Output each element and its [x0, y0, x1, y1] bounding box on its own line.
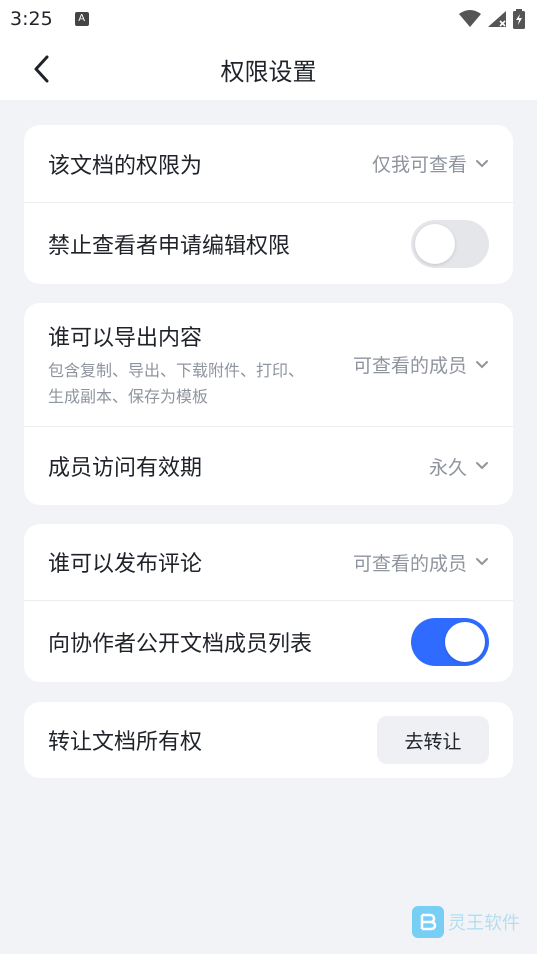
comment-card: 谁可以发布评论 可查看的成员 向协作者公开文档成员列表	[24, 524, 513, 682]
transfer-ownership-label: 转让文档所有权	[48, 730, 203, 755]
comment-permission-value: 可查看的成员	[352, 552, 467, 575]
chevron-down-icon	[476, 360, 488, 368]
doc-permission-row[interactable]: 该文档的权限为 仅我可查看	[24, 125, 513, 203]
status-time: 3:25	[10, 8, 53, 30]
signal-icon	[488, 11, 506, 27]
forbid-edit-request-toggle[interactable]	[411, 219, 489, 268]
battery-icon	[513, 9, 525, 29]
notification-icon: A	[74, 12, 89, 26]
access-validity-select[interactable]: 永久	[429, 453, 489, 480]
comment-permission-select[interactable]: 可查看的成员	[353, 549, 489, 576]
comment-permission-row[interactable]: 谁可以发布评论 可查看的成员	[24, 524, 513, 601]
export-permission-value: 可查看的成员	[352, 355, 467, 377]
status-icons	[459, 9, 525, 29]
export-card: 谁可以导出内容 包含复制、导出、下载附件、打印、生成副本、保存为模板 可查看的成…	[24, 303, 513, 505]
doc-permission-value: 仅我可查看	[371, 154, 467, 176]
toggle-knob	[445, 621, 485, 662]
back-arrow-icon	[34, 55, 49, 83]
forbid-edit-request-row: 禁止查看者申请编辑权限	[24, 203, 513, 284]
wifi-icon	[459, 10, 481, 27]
export-permission-select[interactable]: 可查看的成员	[353, 351, 489, 378]
permission-card: 该文档的权限为 仅我可查看 禁止查看者申请编辑权限	[24, 125, 513, 284]
chevron-down-icon	[476, 159, 488, 167]
export-permission-label: 谁可以导出内容	[48, 325, 203, 351]
page-title: 权限设置	[220, 57, 317, 86]
doc-permission-select[interactable]: 仅我可查看	[372, 150, 489, 177]
transfer-button[interactable]: 去转让	[377, 716, 489, 764]
export-permission-description: 包含复制、导出、下载附件、打印、生成副本、保存为模板	[48, 360, 305, 406]
forbid-edit-request-label: 禁止查看者申请编辑权限	[48, 233, 291, 259]
chevron-down-icon	[476, 462, 488, 470]
export-permission-row[interactable]: 谁可以导出内容 包含复制、导出、下载附件、打印、生成副本、保存为模板 可查看的成…	[24, 303, 513, 427]
access-validity-value: 永久	[428, 456, 467, 479]
access-validity-row[interactable]: 成员访问有效期 永久	[24, 427, 513, 505]
chevron-down-icon	[476, 558, 488, 566]
doc-permission-label: 该文档的权限为	[48, 153, 203, 179]
access-validity-label: 成员访问有效期	[48, 456, 203, 481]
export-permission-text: 谁可以导出内容 包含复制、导出、下载附件、打印、生成副本、保存为模板	[48, 320, 308, 410]
watermark: 灵王软件	[412, 906, 520, 938]
member-list-row: 向协作者公开文档成员列表	[24, 601, 513, 682]
watermark-logo-icon	[412, 906, 444, 938]
top-bar: 权限设置	[0, 38, 537, 100]
comment-permission-label: 谁可以发布评论	[48, 552, 203, 577]
toggle-knob	[415, 223, 455, 264]
watermark-text: 灵王软件	[448, 913, 520, 934]
member-list-label: 向协作者公开文档成员列表	[48, 631, 313, 657]
ownership-card: 转让文档所有权 去转让	[24, 702, 513, 778]
transfer-ownership-row: 转让文档所有权 去转让	[24, 702, 513, 778]
status-bar: 3:25 A	[0, 0, 537, 38]
back-button[interactable]	[24, 52, 58, 86]
member-list-toggle[interactable]	[411, 617, 489, 666]
